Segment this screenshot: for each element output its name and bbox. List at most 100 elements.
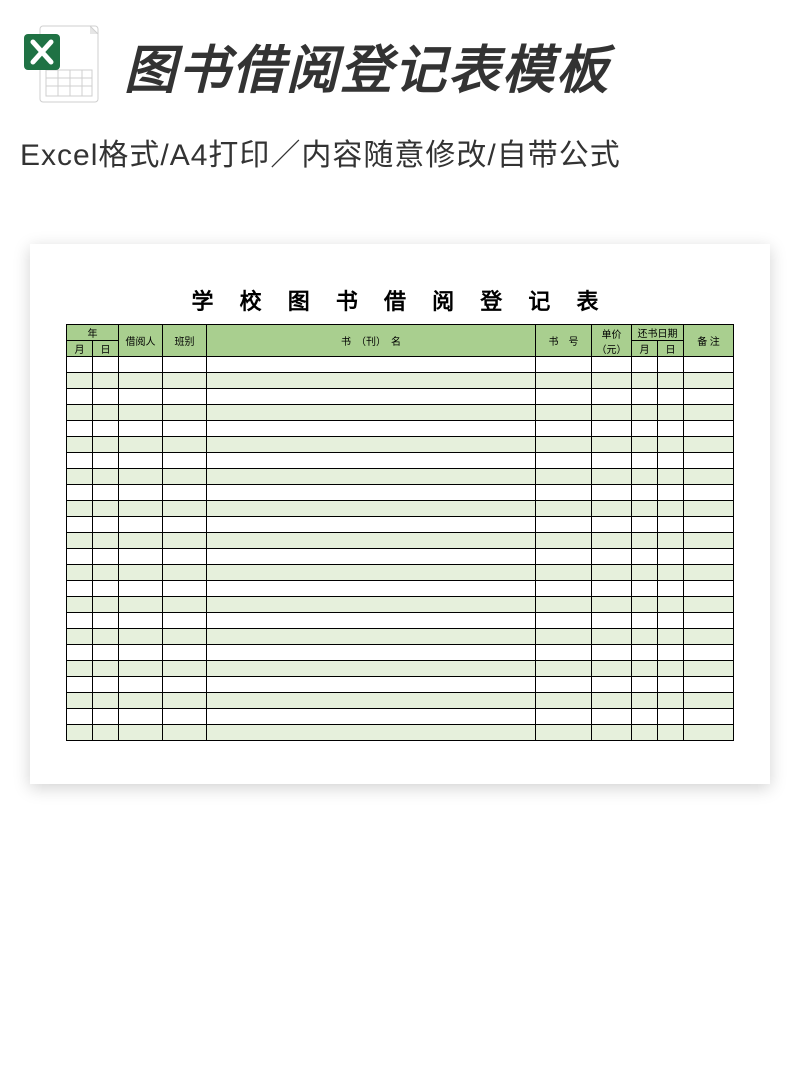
table-cell <box>684 533 734 549</box>
table-cell <box>592 485 632 501</box>
table-cell <box>93 661 119 677</box>
table-row <box>67 501 734 517</box>
table-cell <box>592 389 632 405</box>
table-cell <box>67 725 93 741</box>
table-cell <box>684 581 734 597</box>
table-cell <box>93 693 119 709</box>
table-cell <box>207 565 536 581</box>
table-cell <box>67 421 93 437</box>
table-cell <box>67 485 93 501</box>
table-cell <box>592 597 632 613</box>
table-row <box>67 693 734 709</box>
table-cell <box>207 693 536 709</box>
table-cell <box>163 693 207 709</box>
table-cell <box>207 437 536 453</box>
table-cell <box>207 597 536 613</box>
table-cell <box>207 485 536 501</box>
col-price: 单价（元） <box>592 325 632 357</box>
table-cell <box>684 373 734 389</box>
table-cell <box>119 517 163 533</box>
col-return-month: 月 <box>632 341 658 357</box>
table-cell <box>93 677 119 693</box>
table-cell <box>163 485 207 501</box>
table-cell <box>684 565 734 581</box>
table-cell <box>207 613 536 629</box>
table-cell <box>207 645 536 661</box>
table-row <box>67 421 734 437</box>
col-borrower: 借阅人 <box>119 325 163 357</box>
table-cell <box>67 517 93 533</box>
table-cell <box>119 437 163 453</box>
table-cell <box>119 405 163 421</box>
table-cell <box>207 533 536 549</box>
table-cell <box>207 629 536 645</box>
table-cell <box>592 453 632 469</box>
col-book-name: 书 （刊） 名 <box>207 325 536 357</box>
template-preview: 学 校 图 书 借 阅 登 记 表 年 借阅人 班别 书 （刊） 名 书 号 单… <box>0 244 800 784</box>
table-cell <box>536 693 592 709</box>
table-cell <box>207 373 536 389</box>
table-cell <box>67 373 93 389</box>
table-cell <box>207 453 536 469</box>
table-cell <box>163 389 207 405</box>
table-row <box>67 357 734 373</box>
table-cell <box>163 725 207 741</box>
table-cell <box>93 597 119 613</box>
table-cell <box>93 581 119 597</box>
table-cell <box>119 693 163 709</box>
table-cell <box>119 709 163 725</box>
table-cell <box>684 453 734 469</box>
table-row <box>67 565 734 581</box>
table-cell <box>119 389 163 405</box>
table-cell <box>67 661 93 677</box>
table-cell <box>67 709 93 725</box>
table-row <box>67 629 734 645</box>
table-cell <box>632 469 658 485</box>
table-cell <box>658 453 684 469</box>
table-cell <box>207 677 536 693</box>
table-cell <box>93 565 119 581</box>
table-cell <box>592 421 632 437</box>
table-cell <box>684 661 734 677</box>
table-cell <box>93 421 119 437</box>
table-cell <box>119 533 163 549</box>
table-cell <box>658 373 684 389</box>
table-cell <box>93 373 119 389</box>
table-cell <box>658 661 684 677</box>
col-day: 日 <box>93 341 119 357</box>
table-cell <box>592 373 632 389</box>
table-cell <box>592 469 632 485</box>
table-cell <box>632 437 658 453</box>
table-cell <box>67 597 93 613</box>
table-row <box>67 453 734 469</box>
table-cell <box>632 565 658 581</box>
table-row <box>67 517 734 533</box>
col-class: 班别 <box>163 325 207 357</box>
table-cell <box>684 645 734 661</box>
table-cell <box>119 453 163 469</box>
table-cell <box>632 501 658 517</box>
table-row <box>67 437 734 453</box>
table-cell <box>67 389 93 405</box>
table-cell <box>684 709 734 725</box>
table-cell <box>658 581 684 597</box>
table-cell <box>658 645 684 661</box>
table-cell <box>163 453 207 469</box>
table-cell <box>119 469 163 485</box>
table-cell <box>684 693 734 709</box>
col-note: 备 注 <box>684 325 734 357</box>
table-cell <box>536 645 592 661</box>
table-cell <box>207 405 536 421</box>
table-cell <box>119 373 163 389</box>
table-cell <box>67 645 93 661</box>
table-cell <box>684 613 734 629</box>
table-cell <box>67 693 93 709</box>
table-cell <box>632 645 658 661</box>
sheet-title: 学 校 图 书 借 阅 登 记 表 <box>66 284 734 316</box>
table-row <box>67 389 734 405</box>
table-cell <box>119 661 163 677</box>
table-cell <box>536 357 592 373</box>
table-row <box>67 533 734 549</box>
table-cell <box>163 629 207 645</box>
page-title: 图书借阅登记表模板 <box>124 28 610 103</box>
